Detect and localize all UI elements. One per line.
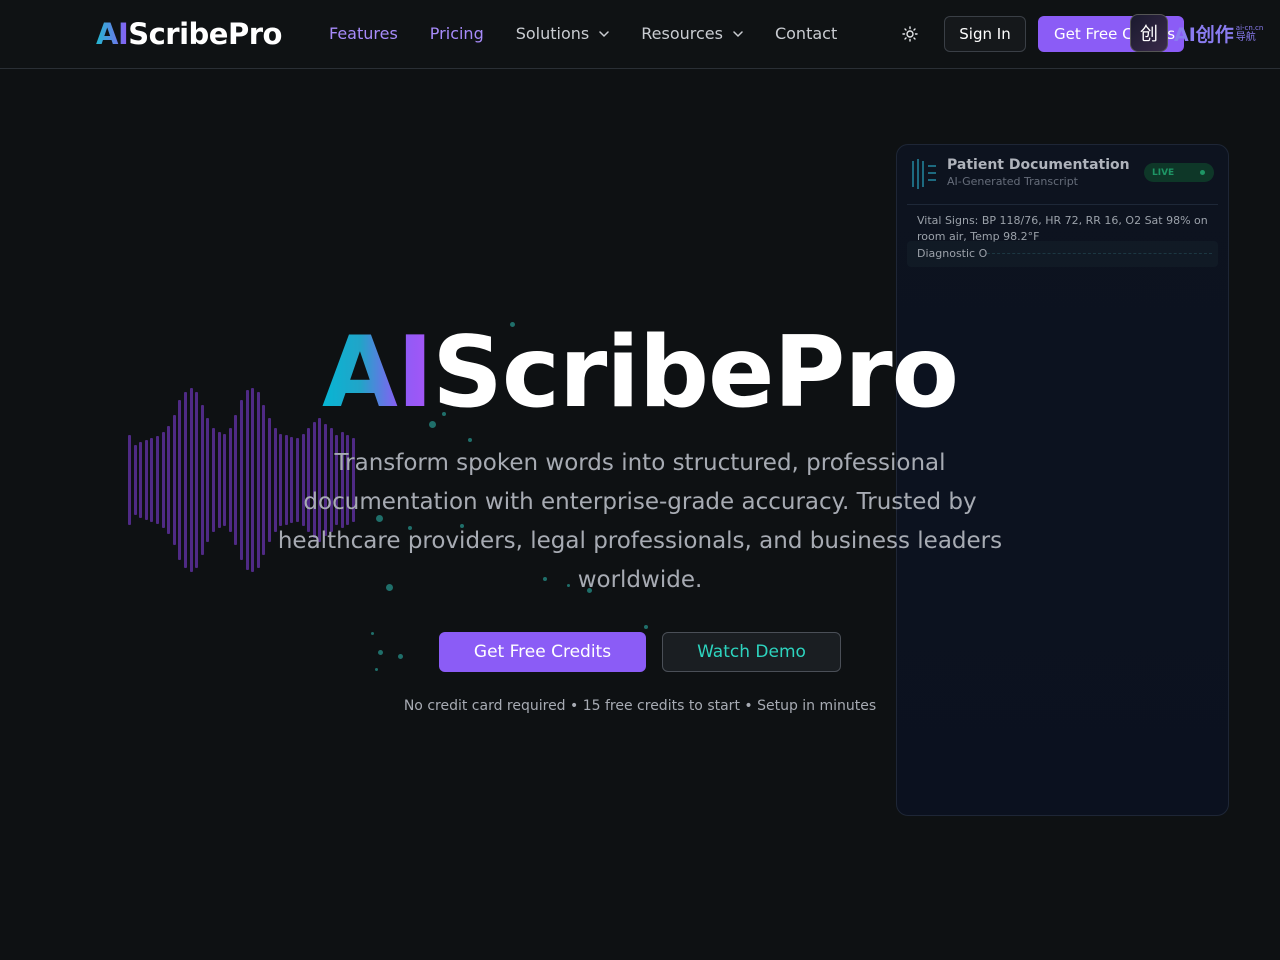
- nav-link-label: Solutions: [515, 24, 590, 43]
- logo-brand-text: ScribePro: [128, 17, 282, 51]
- live-status-badge: LIVE: [1144, 163, 1214, 182]
- particle-dot: [644, 625, 648, 629]
- logo[interactable]: AIScribePro: [96, 14, 282, 54]
- wave-bar: [150, 438, 154, 522]
- nav-link-features[interactable]: Features: [329, 22, 398, 46]
- sign-in-button[interactable]: Sign In: [944, 16, 1026, 52]
- particle-dot: [374, 667, 378, 671]
- nav-link-resources[interactable]: Resources: [641, 22, 743, 46]
- hero-title-brand: ScribePro: [432, 316, 959, 430]
- hero-title: AIScribePro: [0, 318, 1280, 428]
- particle-dot: [397, 653, 403, 659]
- watermark-small-bottom: 导航: [1235, 31, 1256, 43]
- chevron-down-icon: [599, 31, 609, 38]
- watch-demo-button[interactable]: Watch Demo: [662, 632, 841, 672]
- particle-dot: [468, 438, 472, 442]
- audio-bars-icon: [912, 159, 936, 189]
- nav-link-label: Pricing: [429, 24, 484, 43]
- logo-ai-text: AI: [96, 17, 129, 51]
- watermark-logo: 创 AI创作 ai-cn.cn 导航: [1130, 14, 1263, 52]
- watermark-small-stack: ai-cn.cn 导航: [1234, 24, 1264, 43]
- watermark-glyph: 创: [1140, 24, 1158, 45]
- nav-link-solutions[interactable]: Solutions: [516, 22, 610, 46]
- typing-progress-line: [987, 253, 1212, 254]
- wave-bar: [133, 445, 137, 515]
- watermark-icon: 创: [1130, 14, 1168, 52]
- nav-link-label: Features: [329, 24, 398, 43]
- nav-link-label: Resources: [641, 24, 723, 43]
- hero-note: No credit card required • 15 free credit…: [403, 698, 877, 714]
- get-free-credits-button[interactable]: Get Free Credits: [439, 632, 646, 672]
- wave-bar: [228, 428, 232, 532]
- wave-bar: [206, 418, 210, 542]
- watermark-small-top: ai-cn.cn: [1235, 23, 1264, 32]
- wave-bar: [234, 415, 238, 545]
- hero-title-ai: AI: [321, 316, 433, 430]
- panel-subtitle: AI-Generated Transcript: [947, 175, 1078, 188]
- theme-toggle-button[interactable]: [898, 22, 922, 46]
- chevron-down-icon: [733, 31, 743, 38]
- particle-dot: [370, 631, 374, 635]
- wave-bar: [139, 442, 143, 518]
- hero-subtitle: Transform spoken words into structured, …: [277, 450, 1003, 593]
- wave-bar: [212, 428, 215, 532]
- nav-link-label: Contact: [774, 24, 838, 43]
- live-badge-label: LIVE: [1152, 167, 1175, 178]
- wave-bar: [167, 426, 171, 534]
- sun-icon: [902, 26, 918, 42]
- wave-bar: [144, 440, 148, 520]
- watermark-text: AI创作: [1174, 23, 1234, 46]
- nav-link-contact[interactable]: Contact: [775, 22, 837, 46]
- transcript-line-typing: Diagnostic O: [907, 241, 1218, 267]
- wave-bar: [128, 435, 131, 525]
- top-navbar: AIScribePro Features Pricing Solutions R…: [0, 0, 1280, 69]
- wave-bar: [223, 434, 227, 526]
- live-indicator-dot: [1200, 170, 1205, 175]
- wave-bar: [172, 415, 176, 545]
- particle-dot: [377, 649, 383, 655]
- primary-nav: Features Pricing Solutions Resources Con…: [329, 22, 869, 46]
- panel-divider: [907, 204, 1218, 205]
- panel-header: Patient Documentation AI-Generated Trans…: [911, 155, 1216, 205]
- nav-link-pricing[interactable]: Pricing: [430, 22, 484, 46]
- wave-bar: [156, 436, 159, 524]
- panel-title: Patient Documentation: [947, 157, 1130, 173]
- wave-bar: [217, 432, 221, 528]
- wave-bar: [161, 432, 165, 528]
